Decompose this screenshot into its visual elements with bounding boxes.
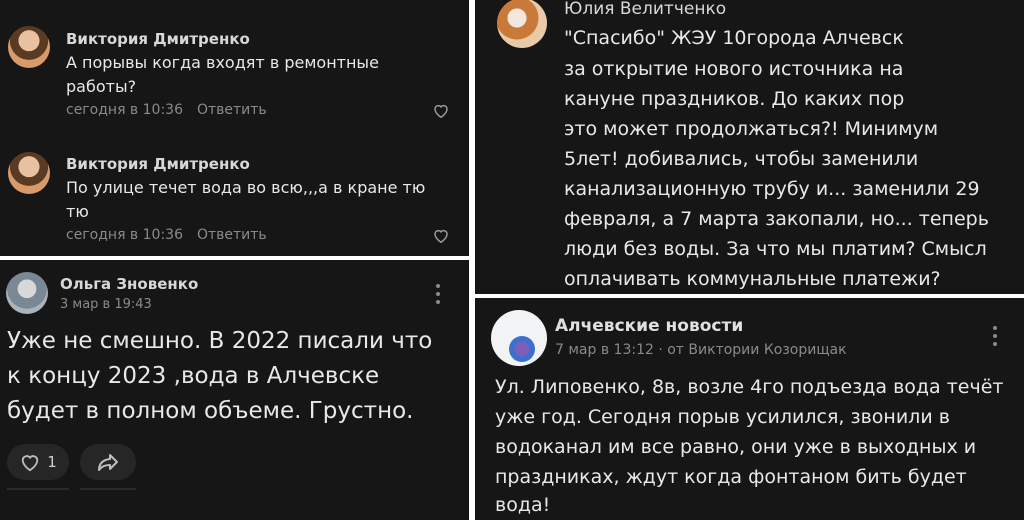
post-text-line: водоканал им все равно, они уже в выходн… — [495, 436, 977, 458]
comment-author[interactable]: Виктория Дмитренко — [66, 30, 250, 48]
reply-link[interactable]: Ответить — [197, 102, 267, 118]
avatar[interactable] — [6, 272, 48, 314]
comment-author[interactable]: Юлия Велитченко — [564, 0, 726, 19]
comment-text-line: По улице течет вода во всю,,,а в кране т… — [66, 178, 426, 197]
post-text-line: вода! — [495, 494, 551, 516]
divider — [80, 488, 136, 490]
comment-text-line: люди без воды. За что мы платим? Смысл — [564, 238, 987, 260]
heart-outline-icon[interactable] — [432, 102, 450, 119]
comment-author[interactable]: Виктория Дмитренко — [66, 155, 250, 173]
post-date: 7 мар в 13:12 — [555, 342, 654, 358]
heart-outline-icon — [22, 455, 39, 472]
more-vertical-icon[interactable] — [993, 326, 997, 346]
reply-link[interactable]: Ответить — [197, 227, 267, 243]
comment-text-line: кануне праздников. До каких пор — [564, 88, 905, 110]
post-meta: 7 мар в 13:12 · от Виктории Козорищак — [555, 342, 847, 358]
post-text-line: праздниках, ждут когда фонтаном бить буд… — [495, 466, 967, 488]
share-button[interactable] — [80, 444, 136, 480]
group-avatar[interactable] — [491, 310, 547, 366]
divider — [7, 488, 69, 490]
post-text-line: Ул. Липовенко, 8в, возле 4го подъезда во… — [495, 376, 1004, 398]
comment-text-line: февраля, а 7 марта закопали, но... тепер… — [564, 208, 989, 230]
heart-outline-icon[interactable] — [432, 227, 450, 244]
comment-text-line: это может продолжаться?! Минимум — [564, 118, 939, 140]
post-text-line: уже год. Сегодня порыв усилился, звонили… — [495, 406, 950, 428]
like-count: 1 — [47, 453, 57, 471]
comment-meta: сегодня в 10:36 Ответить — [66, 227, 267, 243]
comment-meta: сегодня в 10:36 Ответить — [66, 102, 267, 118]
post-text-line: будет в полном объеме. Грустно. — [7, 398, 414, 424]
comment-time: сегодня в 10:36 — [66, 227, 183, 243]
more-vertical-icon[interactable] — [436, 284, 440, 304]
avatar[interactable] — [8, 26, 50, 68]
post-author[interactable]: Ольга Зновенко — [60, 275, 198, 293]
group-name[interactable]: Алчевские новости — [555, 316, 743, 336]
comment-text-line: оплачивать коммунальные платежи? — [564, 268, 941, 290]
comment-time: сегодня в 10:36 — [66, 102, 183, 118]
comment-text-line: работы? — [66, 77, 137, 96]
avatar[interactable] — [8, 152, 50, 194]
avatar[interactable] — [497, 0, 547, 48]
comments-panel: Виктория Дмитренко А порывы когда входят… — [0, 0, 469, 256]
post-panel: Алчевские новости 7 мар в 13:12 · от Вик… — [475, 298, 1024, 520]
share-arrow-icon — [98, 454, 118, 471]
comment-text-line: А порывы когда входят в ремонтные — [66, 53, 379, 72]
post-text-line: к концу 2023 ,вода в Алчевске — [7, 363, 380, 389]
comment-text-line: канализационную трубу и... заменили 29 — [564, 178, 980, 200]
group-logo — [509, 336, 535, 362]
comment-panel: Юлия Велитченко "Спасибо" ЖЭУ 10города А… — [475, 0, 1024, 294]
comment-text-line: 5лет! добивались, чтобы заменили — [564, 148, 919, 170]
post-date: 3 мар в 19:43 — [60, 297, 152, 312]
post-text-line: Уже не смешно. В 2022 писали что — [7, 328, 433, 354]
post-source[interactable]: · от Виктории Козорищак — [658, 342, 846, 358]
like-button[interactable]: 1 — [7, 444, 69, 480]
post-panel: Ольга Зновенко 3 мар в 19:43 Уже не смеш… — [0, 260, 469, 520]
comment-text-line: за открытие нового источника на — [564, 58, 904, 80]
comment-text-line: тю — [66, 202, 89, 221]
comment-text-line: "Спасибо" ЖЭУ 10города Алчевск — [564, 27, 904, 49]
